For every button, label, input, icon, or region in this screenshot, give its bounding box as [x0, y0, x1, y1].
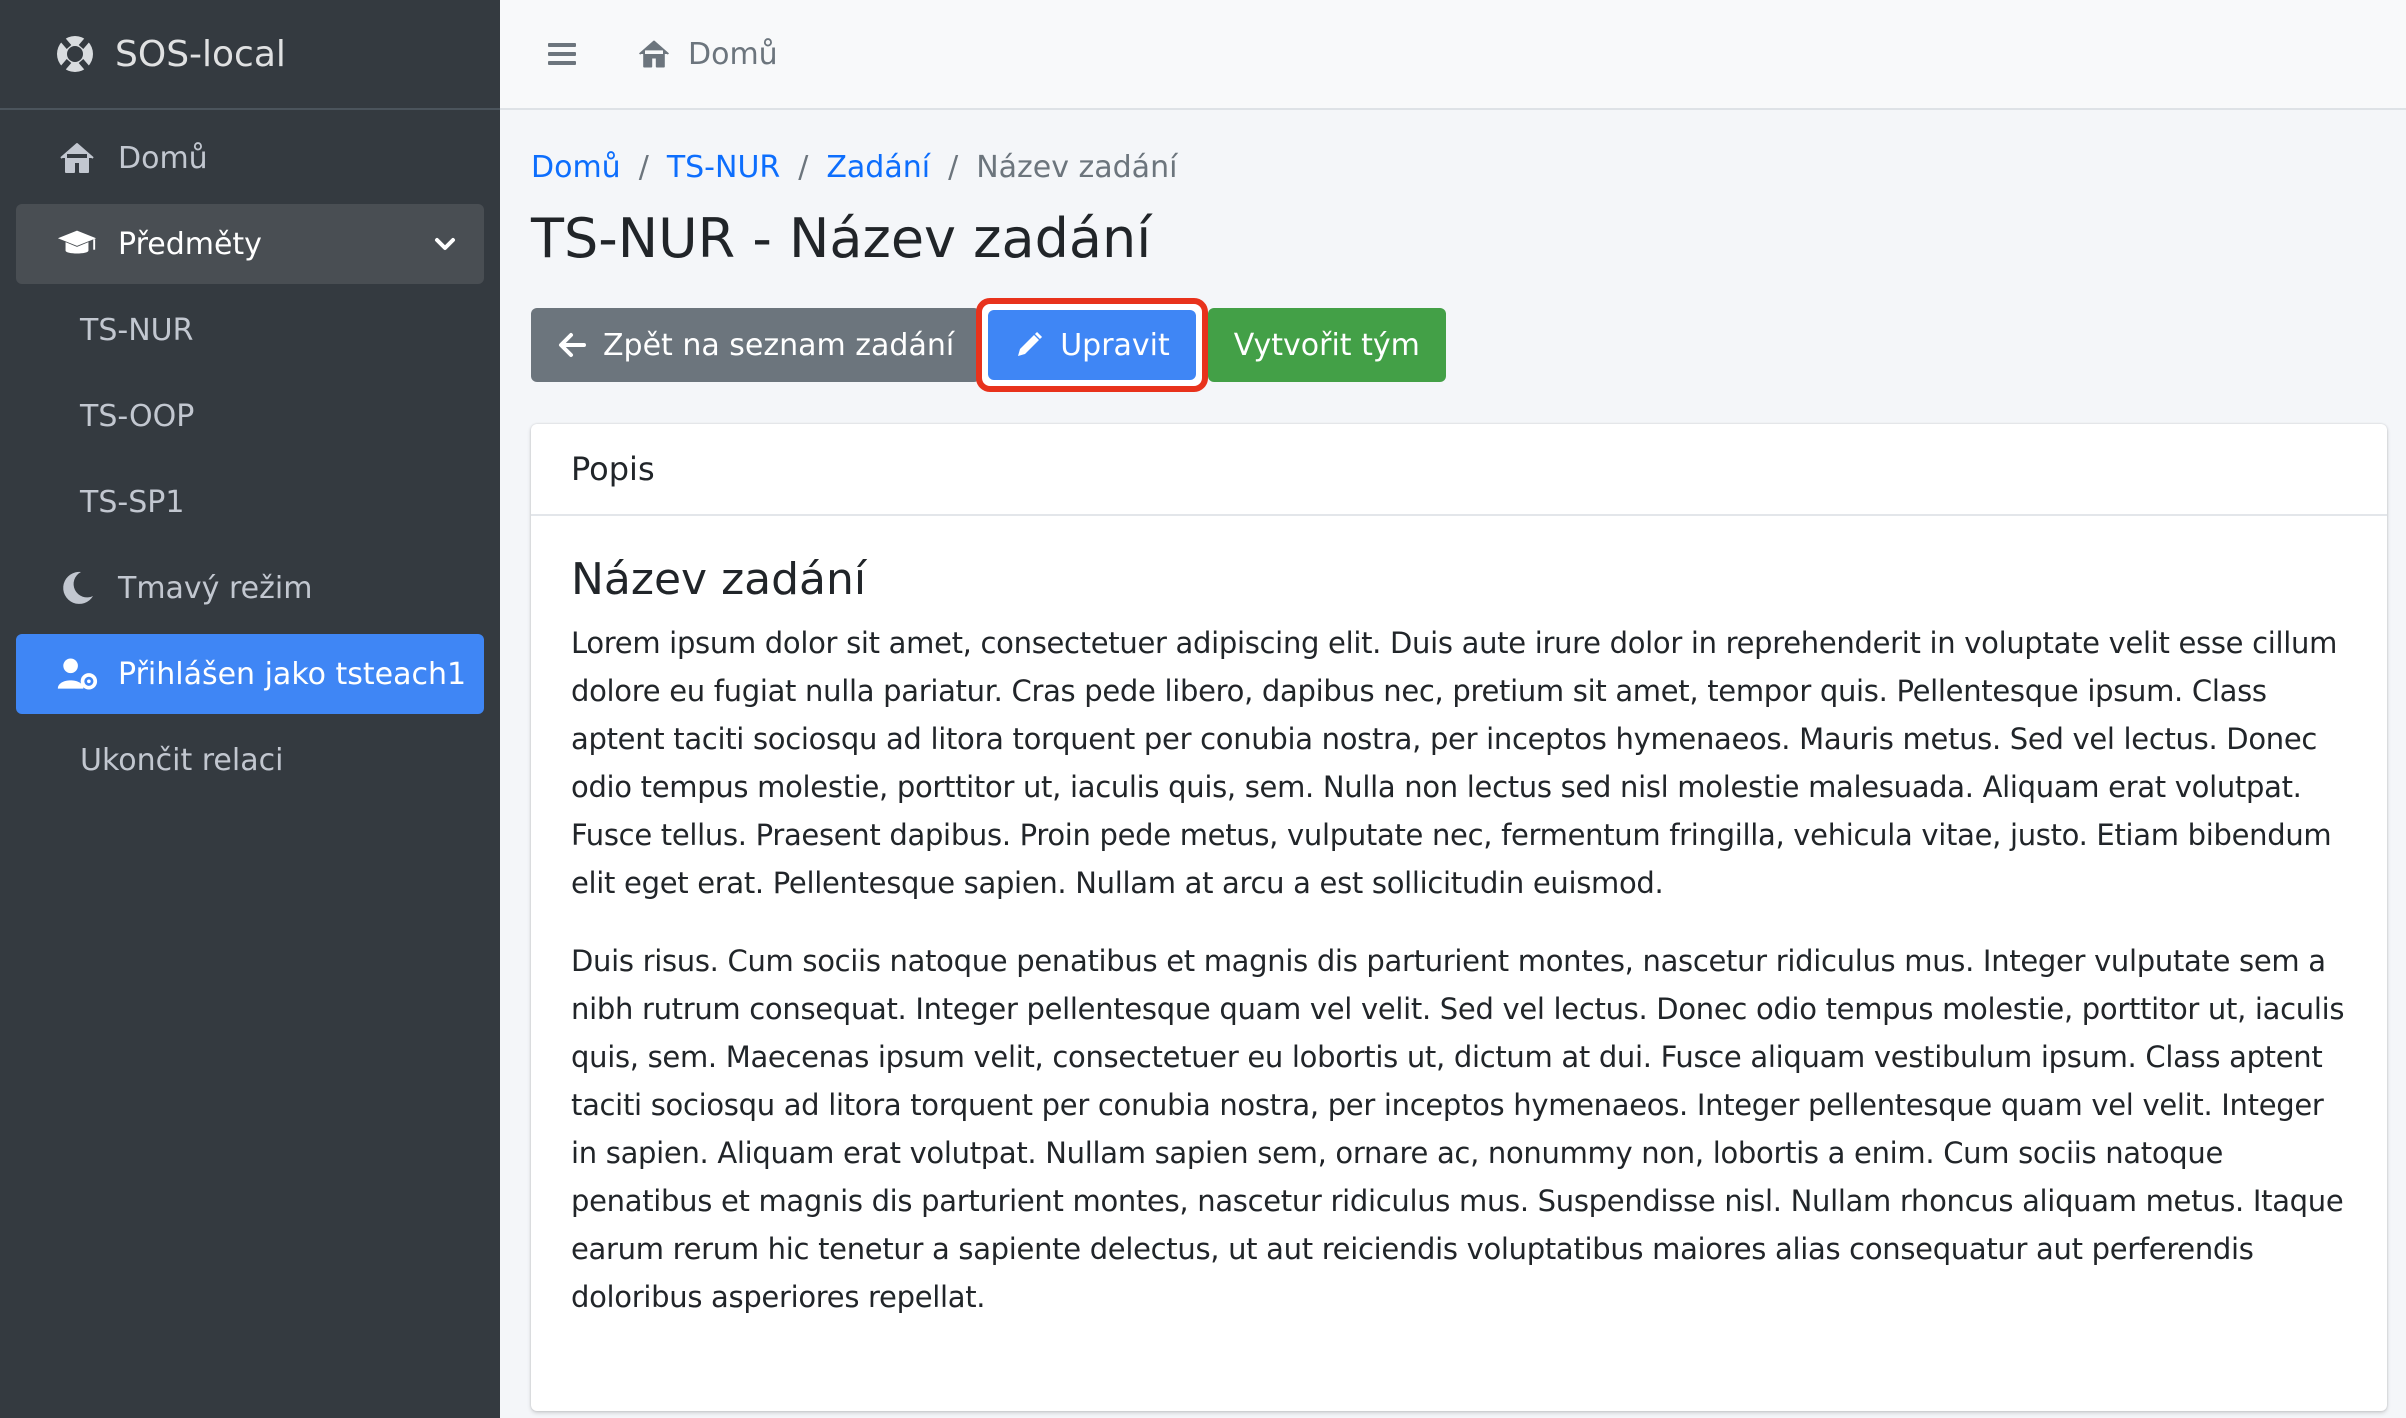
assignment-heading: Název zadání	[571, 554, 867, 605]
pencil-icon	[1018, 331, 1043, 356]
home-icon	[56, 137, 98, 179]
breadcrumb-item-subject[interactable]: TS-NUR	[667, 150, 780, 185]
breadcrumb-separator: /	[948, 150, 959, 185]
sidebar-item-label: Ukončit relaci	[80, 742, 284, 778]
breadcrumb-separator: /	[638, 150, 649, 185]
brand[interactable]: SOS-local	[0, 0, 500, 110]
back-to-assignments-button[interactable]: Zpět na seznam zadání	[531, 308, 981, 382]
graduation-cap-icon	[56, 223, 98, 265]
sidebar-item-ts-sp1[interactable]: TS-SP1	[16, 462, 484, 542]
arrow-left-icon	[559, 333, 586, 357]
edit-button[interactable]: Upravit	[988, 310, 1196, 380]
sidebar-item-dark-mode[interactable]: Tmavý režim	[16, 548, 484, 628]
hamburger-menu-icon[interactable]	[544, 36, 580, 72]
lifebuoy-icon	[57, 36, 93, 72]
page-title: TS-NUR - Název zadání	[531, 207, 1152, 270]
edit-button-label: Upravit	[1060, 327, 1170, 363]
sidebar-item-label: TS-SP1	[80, 484, 185, 520]
back-button-label: Zpět na seznam zadání	[603, 327, 955, 363]
breadcrumb-separator: /	[798, 150, 809, 185]
card-body: Název zadání Lorem ipsum dolor sit amet,…	[531, 516, 2387, 1411]
description-card: Popis Název zadání Lorem ipsum dolor sit…	[531, 424, 2387, 1411]
create-team-button-label: Vytvořit tým	[1233, 327, 1420, 363]
sidebar-item-label: Tmavý režim	[118, 570, 313, 606]
main-content: Domů / TS-NUR / Zadání / Název zadání TS…	[531, 110, 2391, 1411]
sidebar-item-ts-nur[interactable]: TS-NUR	[16, 290, 484, 370]
create-team-button[interactable]: Vytvořit tým	[1207, 308, 1446, 382]
description-paragraph: Duis risus. Cum sociis natoque penatibus…	[571, 944, 2345, 1314]
home-icon	[639, 40, 669, 68]
topbar: Domů	[500, 0, 2406, 110]
sidebar-item-logout[interactable]: Ukončit relaci	[16, 720, 484, 800]
breadcrumb-item-assignments[interactable]: Zadání	[826, 150, 930, 185]
topbar-home-label: Domů	[688, 36, 778, 72]
sidebar-item-label: Domů	[118, 140, 208, 176]
description-paragraph: Lorem ipsum dolor sit amet, consectetuer…	[571, 626, 2338, 900]
moon-icon	[56, 567, 98, 609]
edit-button-highlight: Upravit	[976, 298, 1208, 392]
chevron-down-icon[interactable]	[432, 231, 458, 257]
sidebar: SOS-local Domů Předměty TS-NUR TS-OOP TS…	[0, 0, 500, 1418]
sidebar-item-label: Přihlášen jako tsteach1	[118, 656, 467, 692]
sidebar-item-logged-in-user[interactable]: Přihlášen jako tsteach1	[16, 634, 484, 714]
sidebar-item-subjects[interactable]: Předměty	[16, 204, 484, 284]
breadcrumb: Domů / TS-NUR / Zadání / Název zadání	[531, 150, 2391, 185]
sidebar-item-home[interactable]: Domů	[16, 118, 484, 198]
sidebar-item-label: Předměty	[118, 226, 262, 262]
action-buttons: Zpět na seznam zadání Upravit Vytvořit t…	[531, 298, 2391, 392]
breadcrumb-item-current: Název zadání	[976, 150, 1178, 185]
sidebar-item-label: TS-OOP	[80, 398, 195, 434]
card-header: Popis	[531, 424, 2387, 516]
brand-name: SOS-local	[115, 33, 286, 75]
breadcrumb-item-home[interactable]: Domů	[531, 150, 621, 185]
sidebar-item-ts-oop[interactable]: TS-OOP	[16, 376, 484, 456]
sidebar-item-label: TS-NUR	[80, 312, 194, 348]
sidebar-nav: Domů Předměty TS-NUR TS-OOP TS-SP1 Tmavý…	[0, 110, 500, 800]
user-gear-icon	[56, 653, 98, 695]
topbar-home-link[interactable]: Domů	[636, 36, 778, 72]
